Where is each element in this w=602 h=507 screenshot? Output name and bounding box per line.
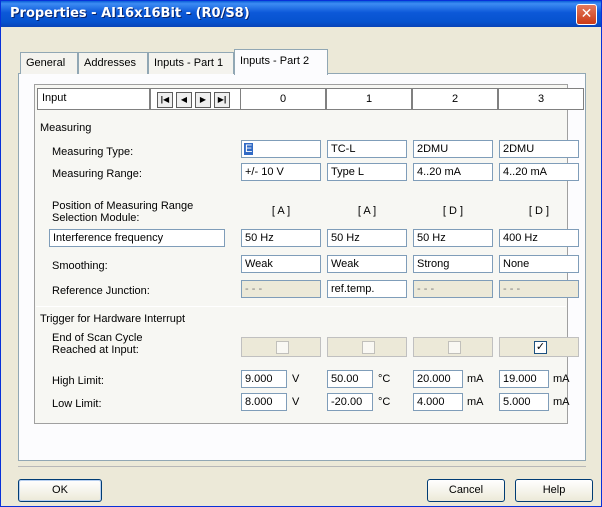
position-value-0: [ A ]	[271, 205, 291, 217]
high-limit-unit-2: mA	[467, 373, 484, 385]
low-limit-unit-2: mA	[467, 396, 484, 408]
column-header-0: 0	[240, 88, 326, 110]
low-limit-field-1[interactable]: -20.00	[327, 393, 373, 411]
high-limit-label: High Limit:	[52, 375, 104, 387]
end-scan-label-line2: Reached at Input:	[52, 344, 139, 356]
column-header-3: 3	[498, 88, 584, 110]
high-limit-field-3[interactable]: 19.000	[499, 370, 549, 388]
interference-field-3[interactable]: 400 Hz	[499, 229, 579, 247]
refjunction-field-2: - - -	[413, 280, 493, 298]
end-scan-cell-0	[241, 337, 321, 357]
skip-last-icon: ▶|	[217, 95, 227, 104]
title-bar[interactable]: Properties - AI16x16Bit - (R0/S8)	[1, 1, 601, 27]
end-scan-checkbox-2[interactable]	[448, 341, 461, 354]
interference-frequency-label: Interference frequency	[49, 229, 225, 247]
channel-navigator: |◀ ◀ ▶ ▶|	[150, 88, 241, 110]
interference-field-1[interactable]: 50 Hz	[327, 229, 407, 247]
tab-inputs-part-1[interactable]: Inputs - Part 1	[148, 52, 234, 74]
position-label-line2: Selection Module:	[52, 212, 140, 224]
field-value: E	[244, 143, 254, 155]
position-value-1: [ A ]	[357, 205, 377, 217]
measuring-range-field-1[interactable]: Type L	[327, 163, 407, 181]
low-limit-field-2[interactable]: 4.000	[413, 393, 463, 411]
tab-label: Addresses	[84, 57, 136, 69]
refjunction-field-3: - - -	[499, 280, 579, 298]
smoothing-field-1[interactable]: Weak	[327, 255, 407, 273]
low-limit-unit-3: mA	[553, 396, 570, 408]
column-header-2: 2	[412, 88, 498, 110]
low-limit-field-3[interactable]: 5.000	[499, 393, 549, 411]
high-limit-unit-0: V	[292, 373, 300, 385]
tab-inputs-part-2[interactable]: Inputs - Part 2	[234, 49, 328, 75]
high-limit-unit-3: mA	[553, 373, 570, 385]
end-scan-cell-3: ✓	[499, 337, 579, 357]
trigger-section-title: Trigger for Hardware Interrupt	[40, 313, 186, 325]
smoothing-field-3[interactable]: None	[499, 255, 579, 273]
window-title: Properties - AI16x16Bit - (R0/S8)	[10, 6, 250, 21]
measuring-type-field-2[interactable]: 2DMU	[413, 140, 493, 158]
end-scan-checkbox-3[interactable]: ✓	[534, 341, 547, 354]
arrow-right-icon: ▶	[199, 95, 207, 104]
first-channel-button[interactable]: |◀	[157, 92, 173, 108]
interference-field-2[interactable]: 50 Hz	[413, 229, 493, 247]
footer-divider	[18, 466, 586, 467]
low-limit-label: Low Limit:	[52, 398, 102, 410]
high-limit-field-0[interactable]: 9.000	[241, 370, 287, 388]
tab-label: Inputs - Part 2	[240, 55, 310, 67]
input-header-label: Input	[37, 88, 150, 110]
refjunction-field-1[interactable]: ref.temp.	[327, 280, 407, 298]
next-channel-button[interactable]: ▶	[195, 92, 211, 108]
high-limit-unit-1: °C	[378, 373, 391, 385]
checkmark-icon: ✓	[535, 341, 546, 353]
measuring-type-field-3[interactable]: 2DMU	[499, 140, 579, 158]
position-value-3: [ D ]	[528, 205, 550, 217]
smoothing-field-0[interactable]: Weak	[241, 255, 321, 273]
tab-addresses[interactable]: Addresses	[78, 52, 148, 74]
interference-field-0[interactable]: 50 Hz	[241, 229, 321, 247]
end-scan-cell-2	[413, 337, 493, 357]
section-divider	[36, 306, 566, 307]
measuring-range-field-2[interactable]: 4..20 mA	[413, 163, 493, 181]
tab-general[interactable]: General	[20, 52, 78, 74]
tab-label: General	[26, 57, 66, 69]
skip-first-icon: |◀	[160, 95, 170, 104]
end-scan-checkbox-1[interactable]	[362, 341, 375, 354]
column-header-1: 1	[326, 88, 412, 110]
measuring-range-field-0[interactable]: +/- 10 V	[241, 163, 321, 181]
high-limit-field-1[interactable]: 50.00	[327, 370, 373, 388]
close-button[interactable]: ✕	[576, 4, 597, 25]
measuring-section-title: Measuring	[40, 122, 92, 134]
end-scan-cell-1	[327, 337, 407, 357]
reference-junction-label: Reference Junction:	[52, 285, 150, 297]
low-limit-unit-0: V	[292, 396, 300, 408]
measuring-range-field-3[interactable]: 4..20 mA	[499, 163, 579, 181]
help-button[interactable]: Help	[515, 479, 593, 502]
measuring-type-field-0[interactable]: E	[241, 140, 321, 158]
ok-button[interactable]: OK	[18, 479, 102, 502]
smoothing-label: Smoothing:	[52, 260, 108, 272]
position-value-2: [ D ]	[442, 205, 464, 217]
end-scan-checkbox-0[interactable]	[276, 341, 289, 354]
close-icon: ✕	[580, 6, 593, 22]
refjunction-field-0: - - -	[241, 280, 321, 298]
high-limit-field-2[interactable]: 20.000	[413, 370, 463, 388]
cancel-button[interactable]: Cancel	[427, 479, 505, 502]
low-limit-unit-1: °C	[378, 396, 391, 408]
tab-label: Inputs - Part 1	[154, 57, 224, 69]
last-channel-button[interactable]: ▶|	[214, 92, 230, 108]
position-label-line1: Position of Measuring Range	[52, 200, 194, 212]
end-scan-label-line1: End of Scan Cycle	[52, 332, 143, 344]
smoothing-field-2[interactable]: Strong	[413, 255, 493, 273]
arrow-left-icon: ◀	[180, 95, 188, 104]
measuring-range-label: Measuring Range:	[52, 168, 142, 180]
prev-channel-button[interactable]: ◀	[176, 92, 192, 108]
low-limit-field-0[interactable]: 8.000	[241, 393, 287, 411]
measuring-type-label: Measuring Type:	[52, 146, 134, 158]
inputs-frame	[34, 84, 568, 424]
measuring-type-field-1[interactable]: TC-L	[327, 140, 407, 158]
